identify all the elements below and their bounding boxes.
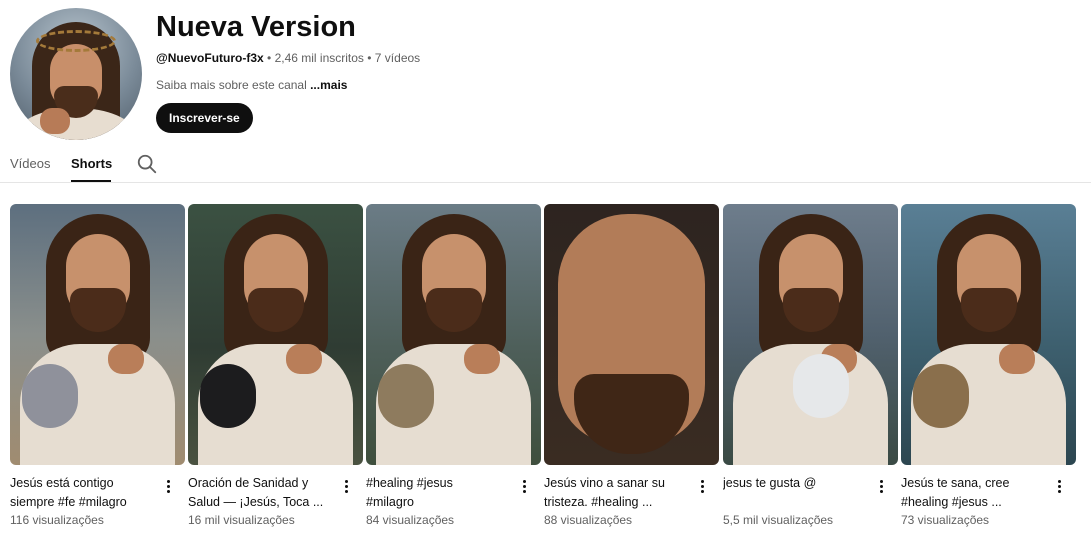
- short-title[interactable]: jesus te gusta @: [723, 474, 873, 512]
- short-thumbnail[interactable]: [366, 204, 541, 465]
- search-icon[interactable]: [136, 153, 158, 175]
- short-title[interactable]: Jesús te sana, cree #healing #jesus ...: [901, 474, 1051, 512]
- short-views: 16 mil visualizações: [188, 513, 295, 527]
- short-views: 88 visualizações: [544, 513, 633, 527]
- tab-videos[interactable]: Vídeos: [10, 156, 50, 171]
- channel-handle: @NuevoFuturo-f3x: [156, 51, 264, 65]
- short-title[interactable]: #healing #jesus #milagro: [366, 474, 516, 512]
- short-title[interactable]: Jesús está contigo siempre #fe #milagro: [10, 474, 160, 512]
- short-card[interactable]: #healing #jesus #milagro 84 visualizaçõe…: [366, 204, 541, 527]
- short-thumbnail[interactable]: [723, 204, 898, 465]
- more-vert-icon[interactable]: [518, 478, 532, 496]
- short-views: 116 visualizações: [10, 513, 104, 527]
- short-thumbnail[interactable]: [544, 204, 719, 465]
- short-views: 5,5 mil visualizações: [723, 513, 834, 527]
- short-title[interactable]: Oración de Sanidad y Salud — ¡Jesús, Toc…: [188, 474, 338, 512]
- channel-header: Nueva Version @NuevoFuturo-f3x • 2,46 mi…: [0, 0, 1091, 140]
- channel-tabs: Vídeos Shorts: [0, 145, 1091, 183]
- short-card[interactable]: Oración de Sanidad y Salud — ¡Jesús, Toc…: [188, 204, 363, 527]
- more-vert-icon[interactable]: [162, 478, 176, 496]
- short-card[interactable]: Jesús vino a sanar su tristeza. #healing…: [544, 204, 719, 527]
- short-card[interactable]: Jesús te sana, cree #healing #jesus ... …: [901, 204, 1076, 527]
- more-vert-icon[interactable]: [696, 478, 710, 496]
- channel-avatar[interactable]: [10, 8, 142, 140]
- short-title[interactable]: Jesús vino a sanar su tristeza. #healing…: [544, 474, 694, 512]
- crown-of-thorns-icon: [36, 30, 116, 52]
- short-thumbnail[interactable]: [901, 204, 1076, 465]
- channel-meta: @NuevoFuturo-f3x • 2,46 mil inscritos • …: [156, 51, 420, 65]
- about-more-link[interactable]: ...mais: [310, 78, 347, 92]
- channel-about[interactable]: Saiba mais sobre este canal ...mais: [156, 78, 347, 92]
- more-vert-icon[interactable]: [875, 478, 889, 496]
- subscribe-button[interactable]: Inscrever-se: [156, 103, 253, 133]
- active-tab-indicator: [71, 180, 111, 182]
- short-thumbnail[interactable]: [10, 204, 185, 465]
- short-card[interactable]: Jesús está contigo siempre #fe #milagro …: [10, 204, 185, 527]
- short-card[interactable]: jesus te gusta @ 5,5 mil visualizações: [723, 204, 898, 527]
- channel-title: Nueva Version: [156, 11, 356, 43]
- more-vert-icon[interactable]: [340, 478, 354, 496]
- about-text: Saiba mais sobre este canal: [156, 78, 311, 92]
- channel-stats: • 2,46 mil inscritos • 7 vídeos: [263, 51, 421, 65]
- short-views: 73 visualizações: [901, 513, 990, 527]
- tab-shorts[interactable]: Shorts: [71, 156, 112, 171]
- short-thumbnail[interactable]: [188, 204, 363, 465]
- short-views: 84 visualizações: [366, 513, 455, 527]
- more-vert-icon[interactable]: [1053, 478, 1067, 496]
